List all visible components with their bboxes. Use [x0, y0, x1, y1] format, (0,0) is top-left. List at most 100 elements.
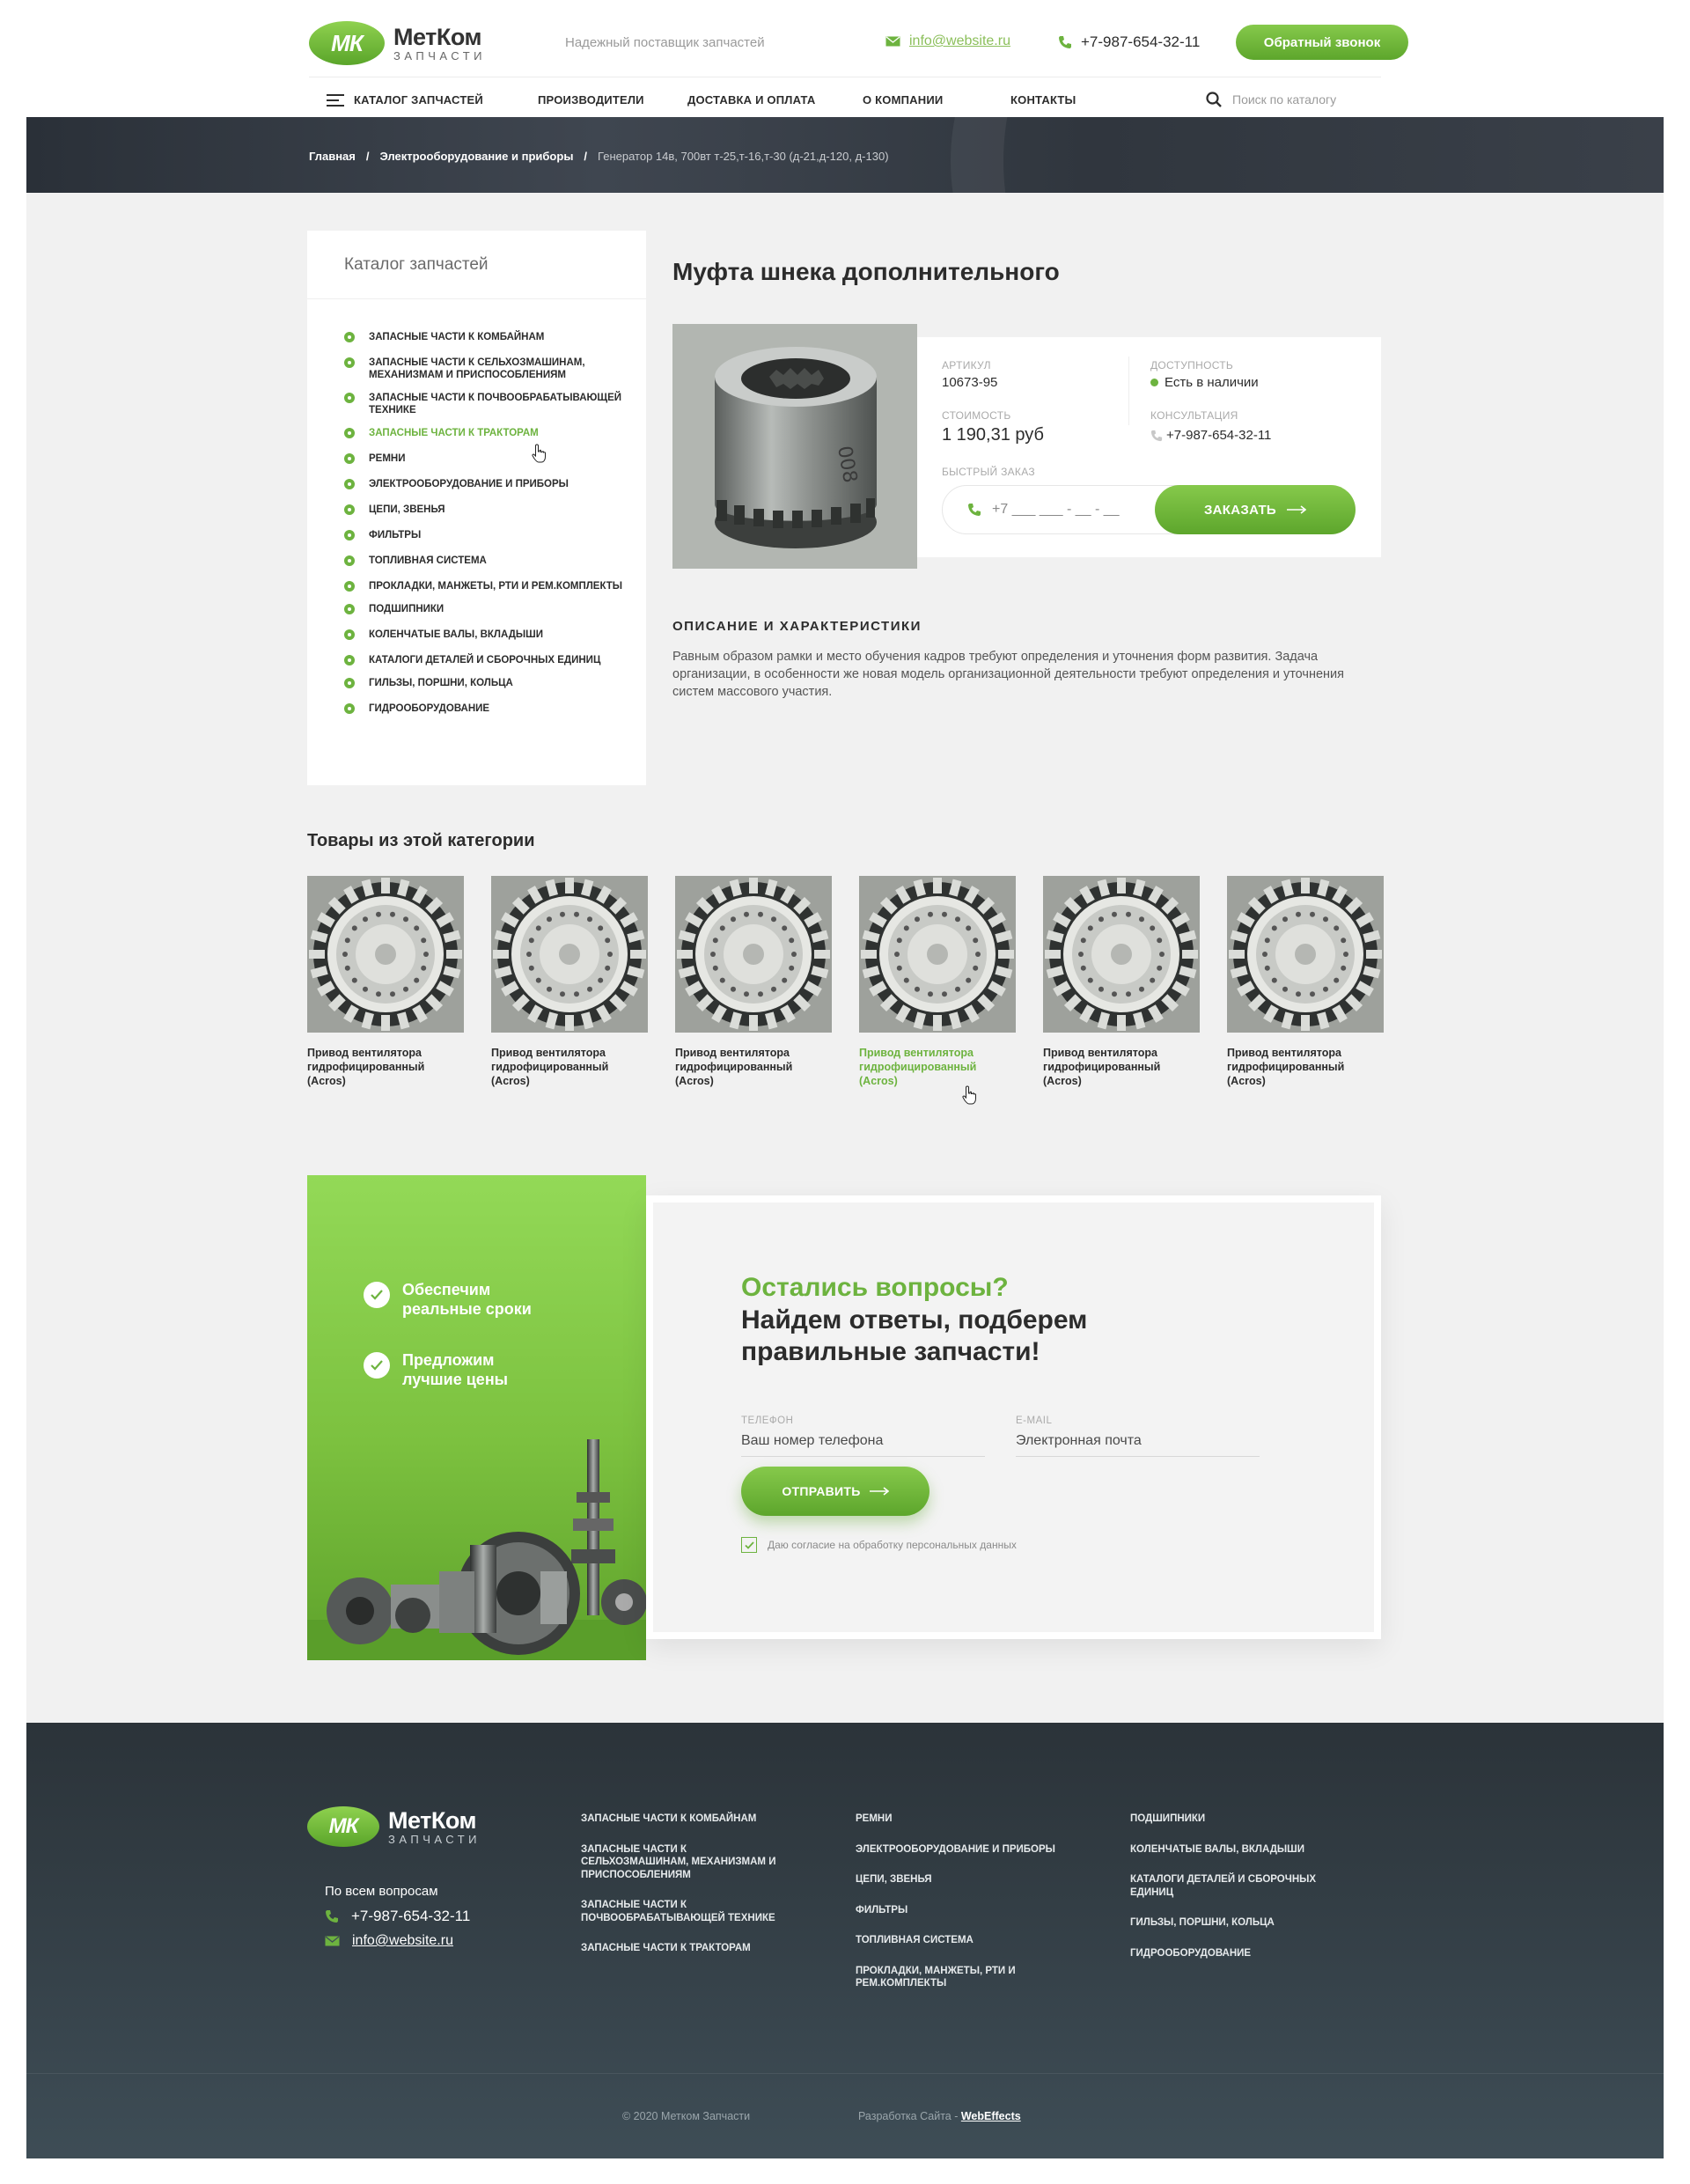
- related-product-image[interactable]: [675, 876, 832, 1033]
- related-product-image[interactable]: [859, 876, 1016, 1033]
- consult-phone[interactable]: +7-987-654-32-11: [1150, 428, 1271, 443]
- related-product-name[interactable]: Привод вентилятора гидрофицированный (Ac…: [1043, 1046, 1200, 1088]
- related-product-image[interactable]: [307, 876, 464, 1033]
- product-title: Муфта шнека дополнительного: [672, 258, 1060, 285]
- quick-order-form: +7 ___ ___ - __ - __ ЗАКАЗАТЬ: [942, 485, 1356, 534]
- related-product-name[interactable]: Привод вентилятора гидрофицированный (Ac…: [491, 1046, 648, 1088]
- footer-phone[interactable]: +7-987-654-32-11: [325, 1908, 470, 1925]
- sidebar-category-item[interactable]: ПРОКЛАДКИ, МАНЖЕТЫ, РТИ И РЕМ.КОМПЛЕКТЫ: [344, 580, 626, 592]
- product-thumbnail: [491, 876, 648, 1033]
- header-email-link[interactable]: info@website.ru: [885, 33, 1010, 49]
- sidebar-category-item[interactable]: ПОДШИПНИКИ: [344, 603, 626, 615]
- search-input[interactable]: Поиск по каталогу: [1232, 92, 1336, 107]
- logo-name: МетКом: [388, 1806, 476, 1834]
- sku-label: АРТИКУЛ: [942, 359, 991, 371]
- related-product-name[interactable]: Привод вентилятора гидрофицированный (Ac…: [1227, 1046, 1384, 1088]
- callback-button[interactable]: Обратный звонок: [1236, 25, 1408, 60]
- related-product-name[interactable]: Привод вентилятора гидрофицированный (Ac…: [307, 1046, 464, 1088]
- nav-manufacturers[interactable]: ПРОИЗВОДИТЕЛИ: [538, 93, 644, 107]
- related-product-name[interactable]: Привод вентилятора гидрофицированный (Ac…: [859, 1046, 1016, 1088]
- sidebar-category-item[interactable]: ФИЛЬТРЫ: [344, 529, 626, 541]
- footer-link[interactable]: ЭЛЕКТРООБОРУДОВАНИЕ И ПРИБОРЫ: [856, 1843, 1058, 1857]
- footer-link[interactable]: РЕМНИ: [856, 1813, 1058, 1826]
- sidebar-category-item[interactable]: ЗАПАСНЫЕ ЧАСТИ К СЕЛЬХОЗМАШИНАМ, МЕХАНИЗ…: [344, 357, 626, 381]
- breadcrumb-category[interactable]: Электрооборудование и приборы: [380, 150, 574, 163]
- site-header: МК МетКом ЗАПЧАСТИ Надежный поставщик за…: [26, 0, 1664, 117]
- nav-contacts[interactable]: КОНТАКТЫ: [1010, 93, 1076, 107]
- phone-field-label: ТЕЛЕФОН: [741, 1416, 794, 1426]
- availability-status: Есть в наличии: [1150, 375, 1259, 390]
- footer-link[interactable]: ЗАПАСНЫЕ ЧАСТИ К ТРАКТОРАМ: [581, 1942, 783, 1955]
- footer-link[interactable]: ЗАПАСНЫЕ ЧАСТИ К СЕЛЬХОЗМАШИНАМ, МЕХАНИЗ…: [581, 1843, 783, 1882]
- related-product-card[interactable]: Привод вентилятора гидрофицированный (Ac…: [491, 876, 648, 1088]
- footer-link[interactable]: ЦЕПИ, ЗВЕНЬЯ: [856, 1873, 1058, 1886]
- related-products-list: Привод вентилятора гидрофицированный (Ac…: [307, 876, 1384, 1105]
- sidebar-category-item[interactable]: КАТАЛОГИ ДЕТАЛЕЙ И СБОРОЧНЫХ ЕДИНИЦ: [344, 654, 626, 666]
- quick-order-placeholder: +7 ___ ___ - __ - __: [992, 502, 1120, 517]
- product-photo[interactable]: 008: [672, 324, 917, 569]
- related-product-image[interactable]: [491, 876, 648, 1033]
- send-button[interactable]: ОТПРАВИТЬ: [741, 1467, 930, 1516]
- related-product-card[interactable]: Привод вентилятора гидрофицированный (Ac…: [1227, 876, 1384, 1088]
- related-product-card[interactable]: Привод вентилятора гидрофицированный (Ac…: [859, 876, 1016, 1088]
- header-phone-text: +7-987-654-32-11: [1081, 33, 1201, 50]
- sidebar-category-item[interactable]: РЕМНИ: [344, 452, 626, 465]
- callback-form: Остались вопросы? Найдем ответы, подбере…: [653, 1202, 1374, 1632]
- logo-name: МетКом: [393, 23, 481, 50]
- search-icon: [1206, 92, 1222, 107]
- footer-link[interactable]: ФИЛЬТРЫ: [856, 1904, 1058, 1917]
- consent-checkbox[interactable]: [741, 1537, 757, 1553]
- spare-parts-illustration: [307, 1439, 646, 1660]
- description-title: ОПИСАНИЕ И ХАРАКТЕРИСТИКИ: [672, 619, 922, 634]
- footer-link[interactable]: КАТАЛОГИ ДЕТАЛЕЙ И СБОРОЧНЫХ ЕДИНИЦ: [1130, 1873, 1333, 1899]
- footer-link[interactable]: ГИДРООБОРУДОВАНИЕ: [1130, 1947, 1333, 1960]
- developer-link[interactable]: WebEffects: [961, 2110, 1021, 2122]
- footer-link[interactable]: КОЛЕНЧАТЫЕ ВАЛЫ, ВКЛАДЫШИ: [1130, 1843, 1333, 1857]
- consent-checkbox-row[interactable]: Даю согласие на обработку персональных д…: [741, 1537, 1017, 1553]
- consult-label: КОНСУЛЬТАЦИЯ: [1150, 409, 1238, 422]
- sidebar-category-item[interactable]: ЗАПАСНЫЕ ЧАСТИ К КОМБАЙНАМ: [344, 331, 626, 343]
- logo-subtitle: ЗАПЧАСТИ: [393, 48, 487, 63]
- footer-link[interactable]: ТОПЛИВНАЯ СИСТЕМА: [856, 1934, 1058, 1947]
- sidebar-category-item[interactable]: ГИЛЬЗЫ, ПОРШНИ, КОЛЬЦА: [344, 677, 626, 689]
- related-product-image[interactable]: [1227, 876, 1384, 1033]
- email-field[interactable]: Электронная почта: [1016, 1433, 1260, 1457]
- catalog-search[interactable]: Поиск по каталогу: [1206, 92, 1336, 107]
- header-phone[interactable]: +7-987-654-32-11: [1058, 33, 1200, 51]
- related-product-name[interactable]: Привод вентилятора гидрофицированный (Ac…: [675, 1046, 832, 1088]
- footer-link[interactable]: ГИЛЬЗЫ, ПОРШНИ, КОЛЬЦА: [1130, 1916, 1333, 1930]
- related-product-card[interactable]: Привод вентилятора гидрофицированный (Ac…: [1043, 876, 1200, 1088]
- footer-link[interactable]: ЗАПАСНЫЕ ЧАСТИ К КОМБАЙНАМ: [581, 1813, 783, 1826]
- footer-link[interactable]: ЗАПАСНЫЕ ЧАСТИ К ПОЧВООБРАБАТЫВАЮЩЕЙ ТЕХ…: [581, 1899, 783, 1924]
- related-product-card[interactable]: Привод вентилятора гидрофицированный (Ac…: [307, 876, 464, 1088]
- phone-field[interactable]: Ваш номер телефона: [741, 1433, 985, 1457]
- sidebar-category-item[interactable]: ЭЛЕКТРООБОРУДОВАНИЕ И ПРИБОРЫ: [344, 478, 626, 490]
- footer-logo[interactable]: МК МетКом ЗАПЧАСТИ: [307, 1806, 481, 1847]
- footer-link[interactable]: ПОДШИПНИКИ: [1130, 1813, 1333, 1826]
- hamburger-menu-icon: [327, 93, 344, 107]
- sidebar-category-item[interactable]: ЗАПАСНЫЕ ЧАСТИ К ТРАКТОРАМ: [344, 427, 626, 439]
- sidebar-category-item[interactable]: КОЛЕНЧАТЫЕ ВАЛЫ, ВКЛАДЫШИ: [344, 629, 626, 641]
- product-thumbnail: [675, 876, 832, 1033]
- sidebar-category-item[interactable]: ЦЕПИ, ЗВЕНЬЯ: [344, 504, 626, 516]
- footer-link[interactable]: ПРОКЛАДКИ, МАНЖЕТЫ, РТИ И РЕМ.КОМПЛЕКТЫ: [856, 1965, 1058, 1990]
- nav-catalog-label: КАТАЛОГ ЗАПЧАСТЕЙ: [354, 93, 483, 107]
- sidebar-category-item[interactable]: ТОПЛИВНАЯ СИСТЕМА: [344, 555, 626, 567]
- sidebar-divider: [307, 298, 646, 299]
- site-logo[interactable]: МК МетКом ЗАПЧАСТИ: [309, 21, 486, 65]
- related-product-image[interactable]: [1043, 876, 1200, 1033]
- footer-links-column-1: ЗАПАСНЫЕ ЧАСТИ К КОМБАЙНАМ ЗАПАСНЫЕ ЧАСТИ…: [581, 1813, 783, 1973]
- callback-form-card: Остались вопросы? Найдем ответы, подбере…: [646, 1195, 1381, 1639]
- nav-catalog[interactable]: КАТАЛОГ ЗАПЧАСТЕЙ: [327, 93, 483, 107]
- nav-about[interactable]: О КОМПАНИИ: [863, 93, 943, 107]
- sidebar-category-item[interactable]: ГИДРООБОРУДОВАНИЕ: [344, 702, 626, 715]
- order-button[interactable]: ЗАКАЗАТЬ: [1155, 485, 1356, 534]
- quick-order-label: БЫСТРЫЙ ЗАКАЗ: [942, 466, 1035, 478]
- footer-email-link[interactable]: info@website.ru: [325, 1933, 453, 1949]
- sidebar-category-item[interactable]: ЗАПАСНЫЕ ЧАСТИ К ПОЧВООБРАБАТЫВАЮЩЕЙ ТЕХ…: [344, 392, 626, 416]
- cta-question: Остались вопросы?: [741, 1273, 1009, 1302]
- breadcrumb-home[interactable]: Главная: [309, 150, 356, 163]
- related-product-card[interactable]: Привод вентилятора гидрофицированный (Ac…: [675, 876, 832, 1088]
- nav-delivery[interactable]: ДОСТАВКА И ОПЛАТА: [687, 93, 815, 107]
- mail-icon: [885, 36, 900, 47]
